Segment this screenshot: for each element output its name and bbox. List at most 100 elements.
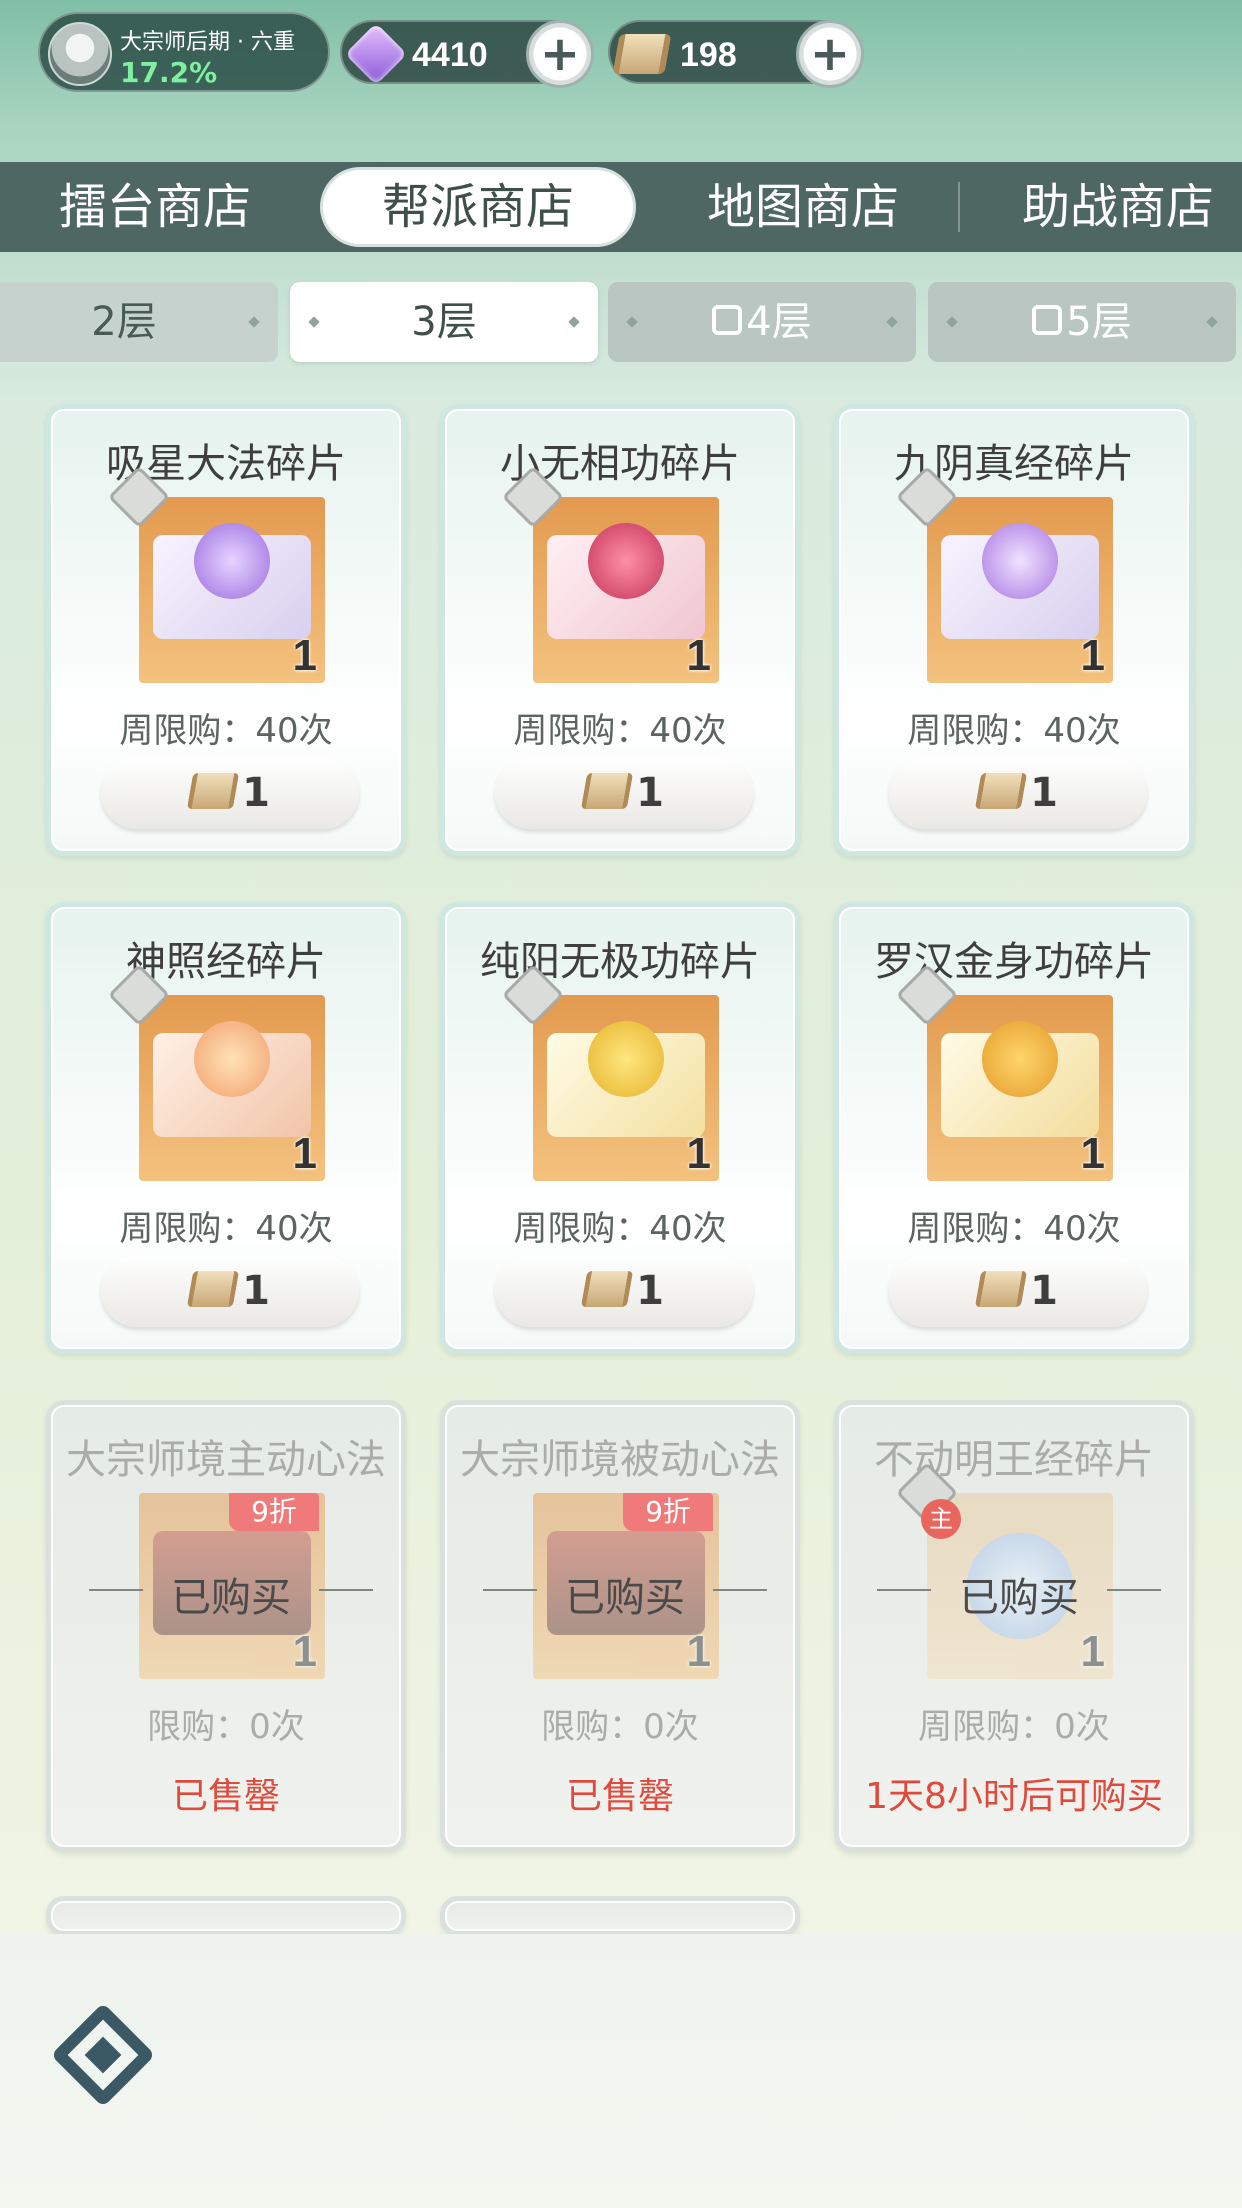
scroll-icon xyxy=(186,773,240,809)
floor-label: 4层 xyxy=(746,299,812,345)
floor-label: 5层 xyxy=(1066,299,1132,345)
gem-count: 4410 xyxy=(412,36,488,74)
tab-guild-shop[interactable]: 帮派商店 xyxy=(323,170,633,244)
shop-item-card-sold[interactable]: 不动明王经碎片 1 主 已购买 周限购：0次 1天8小时后可购买 xyxy=(834,1400,1194,1852)
purchase-limit: 周限购：40次 xyxy=(907,711,1121,751)
item-quantity: 1 xyxy=(1080,1627,1105,1676)
add-scroll-button[interactable]: + xyxy=(796,20,864,88)
purchased-label: 已购买 xyxy=(877,1565,1161,1623)
scroll-icon xyxy=(612,26,672,82)
discount-badge: 9折 xyxy=(229,1493,319,1531)
item-title: 九阴真经碎片 xyxy=(894,441,1134,487)
item-title: 小无相功碎片 xyxy=(500,441,740,487)
floor-tab-3[interactable]: 3层 xyxy=(290,282,598,362)
shop-item-card[interactable]: 罗汉金身功碎片 1 周限购：40次 1 xyxy=(834,902,1194,1354)
scroll-count: 198 xyxy=(680,36,737,74)
item-title: 神照经碎片 xyxy=(126,939,326,985)
sold-out-status: 已售罄 xyxy=(171,1776,280,1817)
bottom-bar xyxy=(0,1934,1242,2208)
purchase-limit: 周限购：40次 xyxy=(119,711,333,751)
lock-icon xyxy=(1032,305,1063,335)
price-value: 1 xyxy=(636,770,664,816)
shop-item-card-sold[interactable]: 大宗师境被动心法 1 9折 已购买 限购：0次 已售罄 xyxy=(440,1400,800,1852)
item-quantity: 1 xyxy=(292,1627,317,1676)
purchased-label: 已购买 xyxy=(89,1565,373,1623)
gem-currency: 4410 + xyxy=(340,20,594,88)
item-title: 不动明王经碎片 xyxy=(874,1437,1154,1483)
scroll-icon xyxy=(974,773,1028,809)
price-value: 1 xyxy=(1030,1268,1058,1314)
purchase-limit: 周限购：0次 xyxy=(918,1707,1110,1747)
price-value: 1 xyxy=(636,1268,664,1314)
buy-button[interactable]: 1 xyxy=(495,1255,753,1327)
avatar xyxy=(48,22,112,86)
scroll-icon xyxy=(186,1271,240,1307)
shop-item-card[interactable]: 纯阳无极功碎片 1 周限购：40次 1 xyxy=(440,902,800,1354)
realm-panel[interactable]: 大宗师后期 · 六重 17.2% xyxy=(38,12,330,92)
item-quantity: 1 xyxy=(686,1627,711,1676)
item-image: 1 xyxy=(927,497,1113,683)
floor-label: 2层 xyxy=(91,299,157,345)
buy-button[interactable]: 1 xyxy=(889,757,1147,829)
tab-arena-shop[interactable]: 擂台商店 xyxy=(40,162,270,252)
shop-tabs: 擂台商店 帮派商店 地图商店 助战商店 xyxy=(0,162,1242,252)
scroll-icon xyxy=(974,1271,1028,1307)
purchase-limit: 限购：0次 xyxy=(541,1707,699,1747)
buy-button[interactable]: 1 xyxy=(495,757,753,829)
floor-label: 3层 xyxy=(411,299,477,345)
main-badge: 主 xyxy=(921,1499,961,1539)
item-title: 大宗师境主动心法 xyxy=(66,1437,386,1483)
restock-timer: 1天8小时后可购买 xyxy=(865,1776,1163,1817)
discount-badge: 9折 xyxy=(623,1493,713,1531)
shop-item-card-partial[interactable] xyxy=(46,1896,406,1936)
item-quantity: 1 xyxy=(1080,631,1105,680)
purchase-limit: 周限购：40次 xyxy=(907,1209,1121,1249)
item-quantity: 1 xyxy=(686,1129,711,1178)
scroll-icon xyxy=(580,1271,634,1307)
floor-tab-5[interactable]: 5层 xyxy=(928,282,1236,362)
purchase-limit: 周限购：40次 xyxy=(513,1209,727,1249)
top-status-bar: 大宗师后期 · 六重 17.2% 4410 + 198 + xyxy=(0,0,1242,120)
shop-item-card-partial[interactable] xyxy=(440,1896,800,1936)
item-quantity: 1 xyxy=(292,631,317,680)
item-quantity: 1 xyxy=(1080,1129,1105,1178)
item-title: 纯阳无极功碎片 xyxy=(480,939,760,985)
scroll-icon xyxy=(580,773,634,809)
realm-name: 大宗师后期 · 六重 xyxy=(120,30,295,55)
item-image: 1 xyxy=(139,995,325,1181)
shop-item-card[interactable]: 吸星大法碎片 1 周限购：40次 1 xyxy=(46,404,406,856)
floor-tab-4[interactable]: 4层 xyxy=(608,282,916,362)
price-value: 1 xyxy=(242,770,270,816)
purchase-limit: 周限购：40次 xyxy=(513,711,727,751)
item-image: 1 xyxy=(139,497,325,683)
lock-icon xyxy=(712,305,743,335)
game-logo-icon[interactable] xyxy=(48,2000,158,2110)
buy-button[interactable]: 1 xyxy=(101,757,359,829)
item-image: 1 xyxy=(533,995,719,1181)
buy-button[interactable]: 1 xyxy=(101,1255,359,1327)
shop-item-card[interactable]: 小无相功碎片 1 周限购：40次 1 xyxy=(440,404,800,856)
realm-progress: 17.2% xyxy=(120,56,218,89)
shop-item-card-sold[interactable]: 大宗师境主动心法 1 9折 已购买 限购：0次 已售罄 xyxy=(46,1400,406,1852)
price-value: 1 xyxy=(1030,770,1058,816)
tab-map-shop[interactable]: 地图商店 xyxy=(688,162,918,252)
price-value: 1 xyxy=(242,1268,270,1314)
item-quantity: 1 xyxy=(686,631,711,680)
add-gem-button[interactable]: + xyxy=(526,20,594,88)
buy-button[interactable]: 1 xyxy=(889,1255,1147,1327)
item-title: 大宗师境被动心法 xyxy=(460,1437,780,1483)
gem-icon xyxy=(344,22,408,86)
item-image: 1 xyxy=(533,497,719,683)
shop-item-card[interactable]: 九阴真经碎片 1 周限购：40次 1 xyxy=(834,404,1194,856)
tab-divider xyxy=(958,182,960,232)
purchased-label: 已购买 xyxy=(483,1565,767,1623)
item-title: 吸星大法碎片 xyxy=(106,441,346,487)
item-title: 罗汉金身功碎片 xyxy=(874,939,1154,985)
tab-support-shop[interactable]: 助战商店 xyxy=(1000,162,1236,252)
floor-tab-2[interactable]: 2层 xyxy=(0,282,278,362)
purchase-limit: 周限购：40次 xyxy=(119,1209,333,1249)
shop-item-card[interactable]: 神照经碎片 1 周限购：40次 1 xyxy=(46,902,406,1354)
scroll-currency: 198 + xyxy=(608,20,864,88)
purchase-limit: 限购：0次 xyxy=(147,1707,305,1747)
sold-out-status: 已售罄 xyxy=(565,1776,674,1817)
